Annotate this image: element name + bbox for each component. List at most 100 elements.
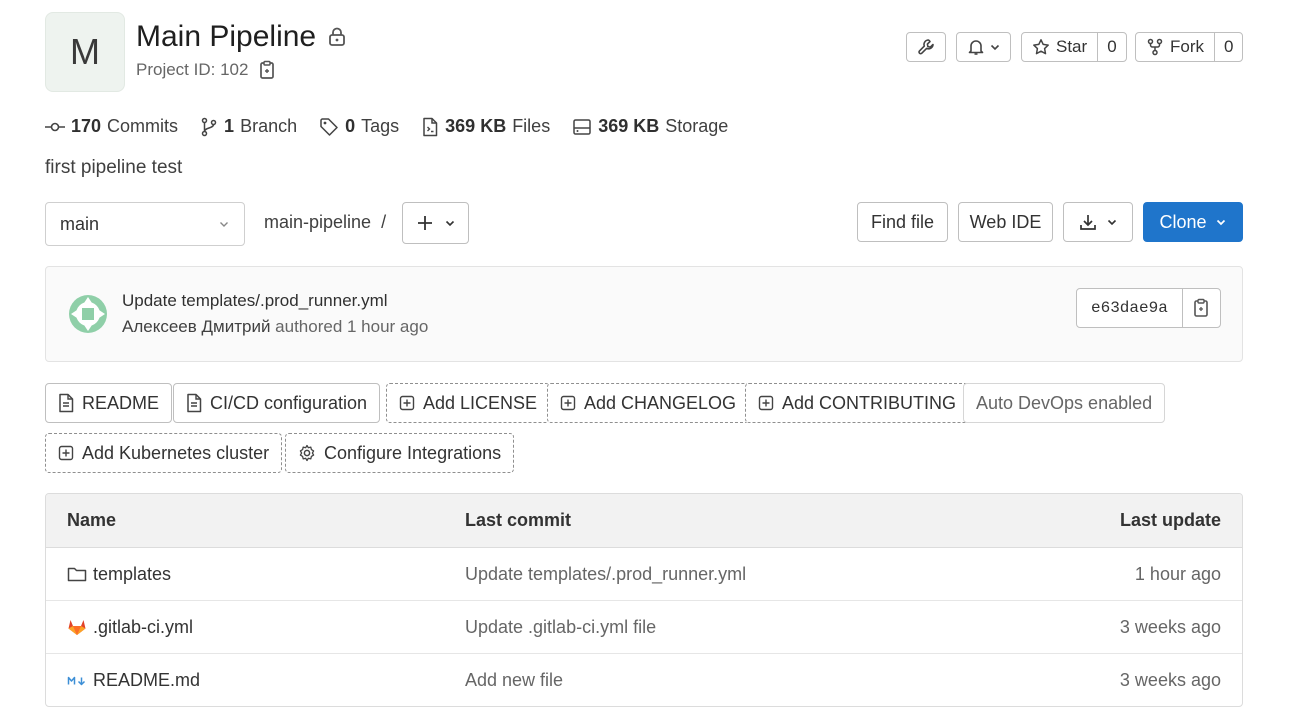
files-stat[interactable]: 369 KB Files [421, 116, 550, 137]
star-button[interactable]: Star 0 [1021, 32, 1127, 62]
add-kubernetes-cluster-label: Add Kubernetes cluster [82, 442, 270, 463]
project-stats: 170 Commits 1 Branch 0 Tags 369 KB Files… [45, 116, 728, 137]
lock-icon [328, 27, 346, 47]
commit-icon [45, 120, 65, 134]
commit-sha-link[interactable]: e63dae9a [1077, 289, 1182, 327]
commit-author-link[interactable]: Алексеев Дмитрий [122, 317, 270, 336]
file-last-commit[interactable]: Add new file [465, 654, 563, 706]
file-name-cell[interactable]: README.md [67, 654, 200, 706]
project-title-row: Main Pipeline [136, 20, 346, 54]
file-icon [186, 393, 202, 413]
branch-icon [200, 117, 218, 137]
folder-icon [67, 565, 87, 583]
star-label: Star [1056, 37, 1088, 56]
commit-author-avatar[interactable] [68, 294, 108, 334]
copy-sha-button[interactable] [1181, 289, 1220, 327]
tags-label: Tags [361, 116, 400, 136]
settings-wrench-button[interactable] [906, 32, 946, 62]
clone-dropdown[interactable]: Clone [1143, 202, 1243, 242]
header-last-commit: Last commit [465, 510, 572, 530]
chevron-down-icon [1106, 216, 1118, 228]
fork-button[interactable]: Fork 0 [1135, 32, 1244, 62]
find-file-button[interactable]: Find file [857, 202, 948, 242]
clone-label: Clone [1159, 211, 1207, 232]
plus-square-icon [560, 395, 576, 411]
commit-title-link[interactable]: Update templates/.prod_runner.yml [122, 291, 388, 311]
add-license-label: Add LICENSE [423, 392, 538, 413]
tags-stat[interactable]: 0 Tags [319, 116, 399, 137]
bell-icon [967, 38, 985, 56]
fork-icon [1146, 38, 1164, 56]
add-contributing-label: Add CONTRIBUTING [782, 392, 957, 413]
notification-button[interactable] [956, 32, 1011, 62]
commit-sha-group: e63dae9a [1076, 288, 1221, 328]
configure-integrations-label: Configure Integrations [324, 442, 502, 463]
commits-count: 170 [71, 116, 102, 136]
storage-icon [572, 118, 592, 136]
web-ide-button[interactable]: Web IDE [958, 202, 1053, 242]
file-tree-table: Name Last commit Last update templates U… [45, 493, 1243, 707]
breadcrumb: main-pipeline / [264, 212, 386, 233]
storage-stat[interactable]: 369 KB Storage [572, 116, 728, 137]
branch-dropdown[interactable]: main [45, 202, 245, 246]
project-id-row: Project ID: 102 [136, 60, 276, 80]
readme-label: README [82, 392, 160, 413]
gitlab-icon [67, 617, 87, 637]
star-count[interactable]: 0 [1097, 33, 1125, 61]
storage-label: Storage [665, 116, 729, 136]
gear-icon [298, 444, 316, 462]
breadcrumb-separator: / [381, 212, 387, 232]
star-icon [1032, 38, 1050, 56]
auto-devops-link[interactable]: Auto DevOps enabled [963, 383, 1166, 423]
file-icon [58, 393, 74, 413]
fork-count[interactable]: 0 [1214, 33, 1242, 61]
copy-project-id-button[interactable] [258, 60, 276, 80]
project-avatar: M [45, 12, 125, 92]
add-license-button[interactable]: Add LICENSE [386, 383, 551, 423]
add-changelog-button[interactable]: Add CHANGELOG [547, 383, 750, 423]
chevron-down-icon [218, 218, 230, 230]
table-header: Name Last commit Last update [46, 494, 1242, 548]
file-name[interactable]: README.md [93, 670, 200, 691]
plus-square-icon [758, 395, 774, 411]
branch-name: main [60, 213, 100, 234]
tag-icon [319, 117, 339, 137]
copy-icon [1192, 298, 1210, 318]
download-dropdown[interactable] [1063, 202, 1133, 242]
branch-stat[interactable]: 1 Branch [200, 116, 297, 137]
wrench-icon [917, 38, 935, 56]
commits-stat[interactable]: 170 Commits [45, 116, 178, 137]
table-row[interactable]: .gitlab-ci.yml Update .gitlab-ci.yml fil… [46, 601, 1242, 654]
table-row[interactable]: README.md Add new file 3 weeks ago [46, 654, 1242, 706]
chevron-down-icon [444, 217, 456, 229]
add-kubernetes-cluster-button[interactable]: Add Kubernetes cluster [45, 433, 283, 473]
file-code-icon [421, 117, 439, 137]
markdown-icon [67, 674, 87, 688]
download-icon [1078, 212, 1098, 232]
last-commit-panel: Update templates/.prod_runner.yml Алексе… [45, 266, 1243, 362]
plus-square-icon [58, 445, 74, 461]
tags-count: 0 [345, 116, 356, 136]
add-changelog-label: Add CHANGELOG [584, 392, 737, 413]
files-label: Files [512, 116, 551, 136]
cicd-configuration-link[interactable]: CI/CD configuration [173, 383, 381, 423]
file-name-cell[interactable]: .gitlab-ci.yml [67, 601, 193, 653]
plus-square-icon [399, 395, 415, 411]
table-row[interactable]: templates Update templates/.prod_runner.… [46, 548, 1242, 601]
chevron-down-icon [989, 41, 1001, 53]
breadcrumb-project-link[interactable]: main-pipeline [264, 212, 371, 233]
commit-meta: Алексеев Дмитрий authored 1 hour ago [122, 317, 428, 337]
project-avatar-letter: M [70, 31, 100, 72]
file-last-commit[interactable]: Update templates/.prod_runner.yml [465, 548, 746, 600]
file-name-cell[interactable]: templates [67, 548, 171, 600]
configure-integrations-button[interactable]: Configure Integrations [285, 433, 515, 473]
commit-authored-time: authored 1 hour ago [275, 317, 429, 336]
header-last-update: Last update [1119, 510, 1221, 530]
file-name[interactable]: .gitlab-ci.yml [93, 617, 193, 638]
file-name[interactable]: templates [93, 564, 171, 585]
add-contributing-button[interactable]: Add CONTRIBUTING [745, 383, 970, 423]
add-to-tree-dropdown[interactable] [402, 202, 469, 244]
file-last-commit[interactable]: Update .gitlab-ci.yml file [465, 601, 656, 653]
file-last-update: 3 weeks ago [1119, 670, 1221, 690]
readme-link[interactable]: README [45, 383, 173, 423]
